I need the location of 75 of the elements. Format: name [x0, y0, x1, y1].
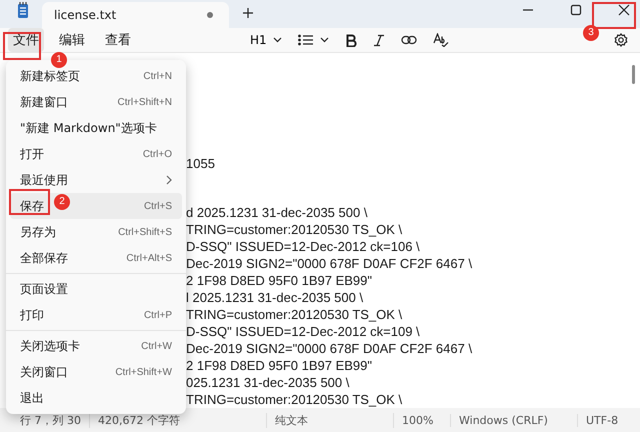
text-line: TRING=customer:20120530 TS_OK \	[186, 391, 402, 408]
text-line: TRING=customer:20120530 TS_OK \	[186, 306, 402, 324]
encoding: UTF-8	[585, 414, 620, 427]
option-label: 保存	[20, 198, 44, 214]
plus-icon[interactable]	[242, 6, 254, 19]
chevron-right-icon[interactable]	[166, 175, 172, 185]
chevron-down-icon[interactable]	[272, 37, 282, 44]
unsaved-dot	[207, 12, 213, 18]
shortcut-text: Ctrl+W	[141, 340, 172, 352]
menu-option[interactable]: 退出	[10, 385, 182, 411]
menu-option[interactable]: "新建 Markdown"选项卡	[10, 115, 182, 141]
menu-option[interactable]: 另存为 Ctrl+Shift+S	[10, 219, 182, 245]
menu-option[interactable]: 打开 Ctrl+O	[10, 141, 182, 167]
option-label: 新建窗口	[20, 94, 68, 110]
shortcut-text: Ctrl+S	[144, 200, 172, 212]
option-label: 打开	[20, 146, 44, 162]
option-label: 关闭选项卡	[20, 338, 80, 354]
settings-icon[interactable]	[614, 33, 628, 48]
shortcut-text: Ctrl+P	[144, 310, 172, 320]
zoom-level: 100%	[394, 414, 451, 427]
shortcut-text: Ctrl+N	[143, 70, 172, 82]
close-icon[interactable]	[618, 4, 630, 16]
notepad-icon[interactable]	[16, 0, 30, 19]
list-icon[interactable]	[298, 34, 314, 46]
menu-option[interactable]: 关闭窗口 Ctrl+Shift+W	[10, 359, 182, 385]
link-icon[interactable]	[400, 35, 417, 46]
maximize-icon[interactable]	[570, 4, 582, 16]
menu-item[interactable]: 编辑	[54, 28, 90, 52]
option-label: 打印	[20, 306, 44, 324]
italic-icon[interactable]	[372, 34, 385, 47]
shortcut-text: Ctrl+Alt+S	[126, 252, 172, 264]
text-line: D-SSQ" ISSUED=12-Dec-2012 ck=106 \	[186, 238, 420, 256]
text-format: 纯文本	[267, 412, 394, 428]
text-line: 1055	[186, 155, 215, 172]
option-label: 最近使用	[20, 172, 68, 188]
spellcheck-icon[interactable]	[432, 33, 449, 48]
heading-label: H1	[250, 33, 267, 48]
heading-dropdown[interactable]: H1	[250, 33, 282, 48]
option-label: 全部保存	[20, 250, 68, 266]
shortcut-text: Ctrl+Shift+S	[118, 226, 172, 238]
text-line: 2 1F98 D8ED 95F0 1B97 EB99"	[186, 272, 372, 290]
menu-option[interactable]: 新建窗口 Ctrl+Shift+N	[10, 89, 182, 115]
tab-title: license.txt	[54, 8, 116, 22]
text-line: Dec-2019 SIGN2="0000 678F D0AF CF2F 6467 \	[186, 340, 472, 358]
option-label: "新建 Markdown"选项卡	[20, 120, 157, 136]
menu-option[interactable]: 全部保存 Ctrl+Alt+S	[10, 245, 182, 271]
menu-option[interactable]: 打印 Ctrl+P	[10, 302, 182, 328]
bold-icon[interactable]	[344, 34, 357, 47]
option-label: 页面设置	[20, 280, 68, 298]
option-label: 关闭窗口	[20, 364, 68, 380]
menu-option[interactable]: 关闭选项卡 Ctrl+W	[10, 333, 182, 359]
menu-option[interactable]: 页面设置	[10, 276, 182, 302]
option-label: 新建标签页	[20, 68, 80, 84]
text-line: 025.1231 31-dec-2035 500 \	[186, 374, 350, 392]
menu-item[interactable]: 查看	[100, 28, 136, 52]
highlight-frame	[592, 2, 636, 29]
text-line: l 2025.1231 31-dec-2035 500 \	[186, 289, 364, 306]
highlight-frame	[3, 32, 41, 60]
menu-option[interactable]: 最近使用	[10, 167, 182, 193]
step-badge: 3	[583, 25, 599, 41]
highlight-frame	[9, 189, 50, 215]
text-line: d 2025.1231 31-dec-2035 500 \	[186, 204, 368, 222]
text-line: TRING=customer:20120530 TS_OK \	[186, 221, 402, 238]
text-line: D-SSQ" ISSUED=12-Dec-2012 ck=109 \	[186, 323, 420, 340]
scrollbar-thumb[interactable]	[632, 65, 635, 84]
shortcut-text: Ctrl+Shift+N	[118, 96, 172, 108]
shortcut-text: Ctrl+Shift+W	[115, 366, 172, 378]
chevron-down-icon[interactable]	[320, 37, 329, 44]
file-tab[interactable]: license.txt	[42, 2, 229, 28]
shortcut-text: Ctrl+O	[142, 148, 172, 160]
text-line: Dec-2019 SIGN2="0000 678F D0AF CF2F 6467 \	[186, 255, 472, 272]
line-ending: Windows (CRLF)	[451, 414, 578, 427]
option-label: 退出	[20, 390, 44, 406]
text-line: 2 1F98 D8ED 95F0 1B97 EB99"	[186, 357, 372, 374]
option-label: 另存为	[20, 224, 56, 240]
